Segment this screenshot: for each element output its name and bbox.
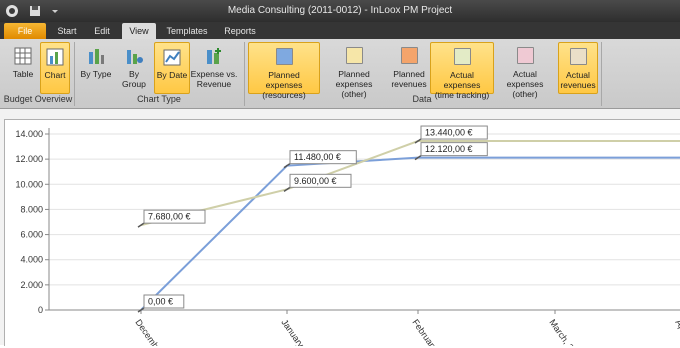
tab-start[interactable]: Start [50,23,84,39]
data-label: 9.600,00 € [294,176,337,186]
y-tick-label: 2.000 [20,280,43,290]
label-line: Actual [566,70,590,80]
label-line: revenues [391,79,427,89]
label-line: Actual expenses [443,70,481,90]
planned-revenues-swatch [401,47,418,64]
expense-vs-revenue-button[interactable]: Expense vs. Revenue [190,42,238,92]
window-title: Media Consulting (2011-0012) - InLoox PM… [227,5,453,16]
chart-icon [46,48,64,66]
expense-vs-revenue-line1: Expense vs. [190,69,238,79]
actual-expenses-time-tracking-toggle[interactable]: Actual expenses (time tracking) [430,42,494,100]
ribbon-view: Table Chart Budget Overview By Type By G… [0,39,680,109]
by-date-icon [163,49,181,66]
y-tick-label: 8.000 [20,204,43,214]
chart-label: Chart [44,70,66,80]
y-tick-label: 10.000 [15,179,43,189]
label-line: Actual expenses [506,69,544,89]
budget-chart-panel: 0 2.000 4.000 6.000 8.000 10.000 12.000 14.000 D… [4,119,680,348]
group-separator [244,42,245,106]
data-group-label: Data [412,94,432,104]
series-line-0 [140,156,680,311]
budget-overview-group-label: Budget Overview [3,94,73,104]
by-date-label: By Date [156,70,188,80]
x-tick-label: February, 2 [410,317,444,346]
chart-button[interactable]: Chart [40,42,70,94]
by-type-icon [89,49,104,64]
y-tick-label: 4.000 [20,255,43,265]
by-date-button[interactable]: By Date [154,42,190,94]
series-line-1 [140,140,680,227]
y-tick-label: 14.000 [15,129,43,139]
tab-edit[interactable]: Edit [86,23,118,39]
table-button[interactable]: Table [8,42,38,92]
expense-vs-revenue-line2: Revenue [196,79,232,89]
data-label: 13.440,00 € [425,128,473,138]
group-separator [74,42,75,106]
actual-revenues-label: Actual revenues [559,70,597,90]
x-tick-label: January, 20 [279,317,314,346]
expense-vs-revenue-label: Expense vs. Revenue [190,69,238,89]
tab-templates[interactable]: Templates [160,23,214,39]
actual-expenses-other-swatch [517,47,534,64]
y-tick-label: 12.000 [15,154,43,164]
tab-reports[interactable]: Reports [218,23,262,39]
label-line: Planned expenses [335,69,373,89]
planned-expenses-other-swatch [346,47,363,64]
x-tick-label: Ap [673,317,680,332]
by-group-label: By Group [122,69,146,89]
label-line: revenues [560,80,596,90]
planned-expenses-resources-toggle[interactable]: Planned expenses (resources) [248,42,320,100]
planned-expenses-resources-swatch [276,48,293,65]
actual-revenues-swatch [570,48,587,65]
by-type-button[interactable]: By Type [79,42,113,92]
label-line: Planned [393,69,425,79]
title-bar: Media Consulting (2011-0012) - InLoox PM… [0,0,680,22]
tab-file[interactable]: File [4,23,46,39]
x-tick-label: March, 201 [547,317,581,346]
data-label: 7.680,00 € [148,212,191,222]
y-tick-label: 6.000 [20,230,43,240]
data-label: 12.120,00 € [425,144,473,154]
data-label: 11.480,00 € [294,152,341,162]
label-line: Planned expenses [265,70,303,90]
y-tick-label: 0 [38,305,43,315]
actual-revenues-toggle[interactable]: Actual revenues [558,42,598,94]
actual-expenses-time-tracking-swatch [454,48,471,65]
table-label: Table [12,69,34,79]
planned-revenues-label: Planned revenues [390,69,428,89]
ribbon-tabs: File Start Edit View Templates Reports [0,22,680,39]
planned-expenses-other-toggle[interactable]: Planned expenses (other) [320,42,388,99]
by-group-icon [127,50,143,64]
data-label: 0,00 € [148,297,173,307]
table-icon [14,47,32,65]
actual-expenses-other-toggle[interactable]: Actual expenses (other) [494,42,556,99]
tab-view[interactable]: View [122,23,156,39]
planned-revenues-toggle[interactable]: Planned revenues [390,42,428,92]
budget-line-chart: 0 2.000 4.000 6.000 8.000 10.000 12.000 14.000 D… [15,125,680,348]
by-group-button[interactable]: By Group [116,42,152,92]
by-type-label: By Type [80,69,112,79]
content-area: 0 2.000 4.000 6.000 8.000 10.000 12.000 14.000 D… [0,109,680,348]
x-tick-label: December [133,317,165,346]
expense-vs-revenue-icon [207,48,221,64]
chart-type-group-label: Chart Type [137,94,181,104]
group-separator [601,42,602,106]
